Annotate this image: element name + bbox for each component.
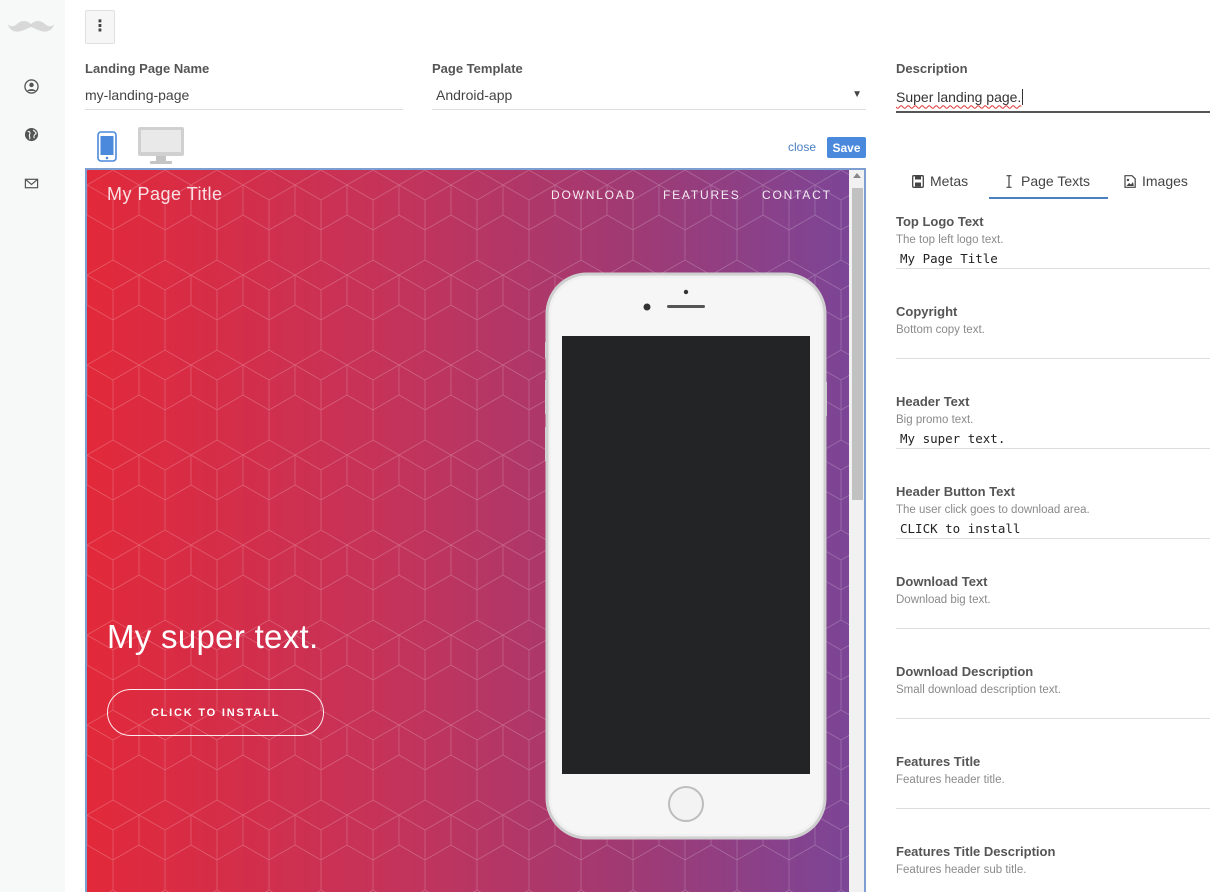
page-template-select[interactable]: Android-app ▼	[432, 80, 866, 110]
preview-install-button[interactable]: CLICK TO INSTALL	[107, 689, 324, 736]
more-options-button[interactable]: ⋮	[85, 10, 115, 44]
field-help: The user click goes to download area.	[896, 504, 1090, 516]
page-template-label: Page Template	[432, 61, 523, 76]
phone-mockup-image	[545, 272, 827, 840]
image-icon	[1124, 174, 1136, 188]
field-copyright[interactable]: Copyright Bottom copy text.	[896, 303, 1210, 359]
field-label: Download Text	[896, 574, 988, 589]
field-features-title-description[interactable]: Features Title Description Features head…	[896, 843, 1210, 892]
field-label: Download Description	[896, 664, 1034, 679]
desktop-preview-icon[interactable]	[137, 126, 185, 165]
field-help: Download big text.	[896, 594, 991, 606]
field-help: Features header title.	[896, 774, 1005, 786]
mustache-logo-icon[interactable]	[7, 18, 55, 36]
field-download-text[interactable]: Download Text Download big text.	[896, 573, 1210, 629]
field-help: Big promo text.	[896, 414, 974, 426]
field-label: Header Button Text	[896, 484, 1015, 499]
field-help: Small download description text.	[896, 684, 1061, 696]
description-input[interactable]: Super landing page.	[896, 82, 1210, 113]
preview-nav-contact[interactable]: CONTACT	[762, 188, 832, 202]
field-value[interactable]: My Page Title	[896, 249, 1210, 269]
field-help: Bottom copy text.	[896, 324, 985, 336]
field-label: Copyright	[896, 304, 958, 319]
preview-nav-features[interactable]: FEATURES	[663, 188, 741, 202]
text-caret	[1022, 88, 1024, 105]
globe-icon[interactable]	[24, 127, 39, 142]
field-help: Features header sub title.	[896, 864, 1027, 876]
active-tab-indicator	[989, 197, 1108, 199]
field-top-logo-text[interactable]: Top Logo Text The top left logo text. My…	[896, 213, 1210, 269]
user-circle-icon[interactable]	[24, 79, 39, 94]
save-icon	[912, 174, 924, 188]
tab-page-texts[interactable]: Page Texts	[1003, 164, 1090, 198]
dropdown-caret-icon: ▼	[852, 89, 862, 100]
tab-metas-label: Metas	[930, 173, 969, 189]
preview-nav-download[interactable]: DOWNLOAD	[551, 188, 636, 202]
envelope-icon[interactable]	[24, 176, 39, 191]
field-label: Header Text	[896, 394, 970, 409]
field-value[interactable]: My super text.	[896, 429, 1210, 449]
description-value: Super landing page.	[896, 88, 1022, 105]
field-features-title[interactable]: Features Title Features header title.	[896, 753, 1210, 809]
scrollbar-thumb[interactable]	[852, 188, 863, 500]
preview-scrollbar[interactable]	[849, 170, 864, 892]
tab-images-label: Images	[1142, 173, 1188, 189]
kebab-icon: ⋮	[92, 18, 108, 35]
tab-metas[interactable]: Metas	[912, 164, 968, 198]
text-cursor-icon	[1006, 174, 1012, 188]
sidebar	[0, 0, 65, 892]
close-link[interactable]: close	[788, 140, 816, 154]
landing-page-name-input[interactable]	[85, 80, 403, 110]
save-button[interactable]: Save	[827, 137, 866, 158]
field-header-button-text[interactable]: Header Button Text The user click goes t…	[896, 483, 1210, 539]
scroll-up-arrow-icon[interactable]	[853, 173, 861, 178]
field-download-description[interactable]: Download Description Small download desc…	[896, 663, 1210, 719]
page-template-value: Android-app	[436, 86, 513, 103]
field-header-text[interactable]: Header Text Big promo text. My super tex…	[896, 393, 1210, 449]
preview-header-text: My super text.	[107, 618, 319, 655]
field-help: The top left logo text.	[896, 234, 1004, 246]
tab-images[interactable]: Images	[1124, 164, 1188, 198]
field-label: Features Title	[896, 754, 981, 769]
field-label: Top Logo Text	[896, 214, 984, 229]
field-label: Features Title Description	[896, 844, 1056, 859]
landing-page-name-label: Landing Page Name	[85, 61, 210, 76]
mobile-preview-icon[interactable]	[97, 131, 117, 162]
field-value[interactable]: CLICK to install	[896, 519, 1210, 539]
landing-page-preview: My Page Title DOWNLOAD FEATURES CONTACT …	[85, 168, 866, 892]
preview-logo-text[interactable]: My Page Title	[107, 184, 223, 205]
description-label: Description	[896, 61, 968, 76]
tab-page-texts-label: Page Texts	[1021, 173, 1091, 189]
